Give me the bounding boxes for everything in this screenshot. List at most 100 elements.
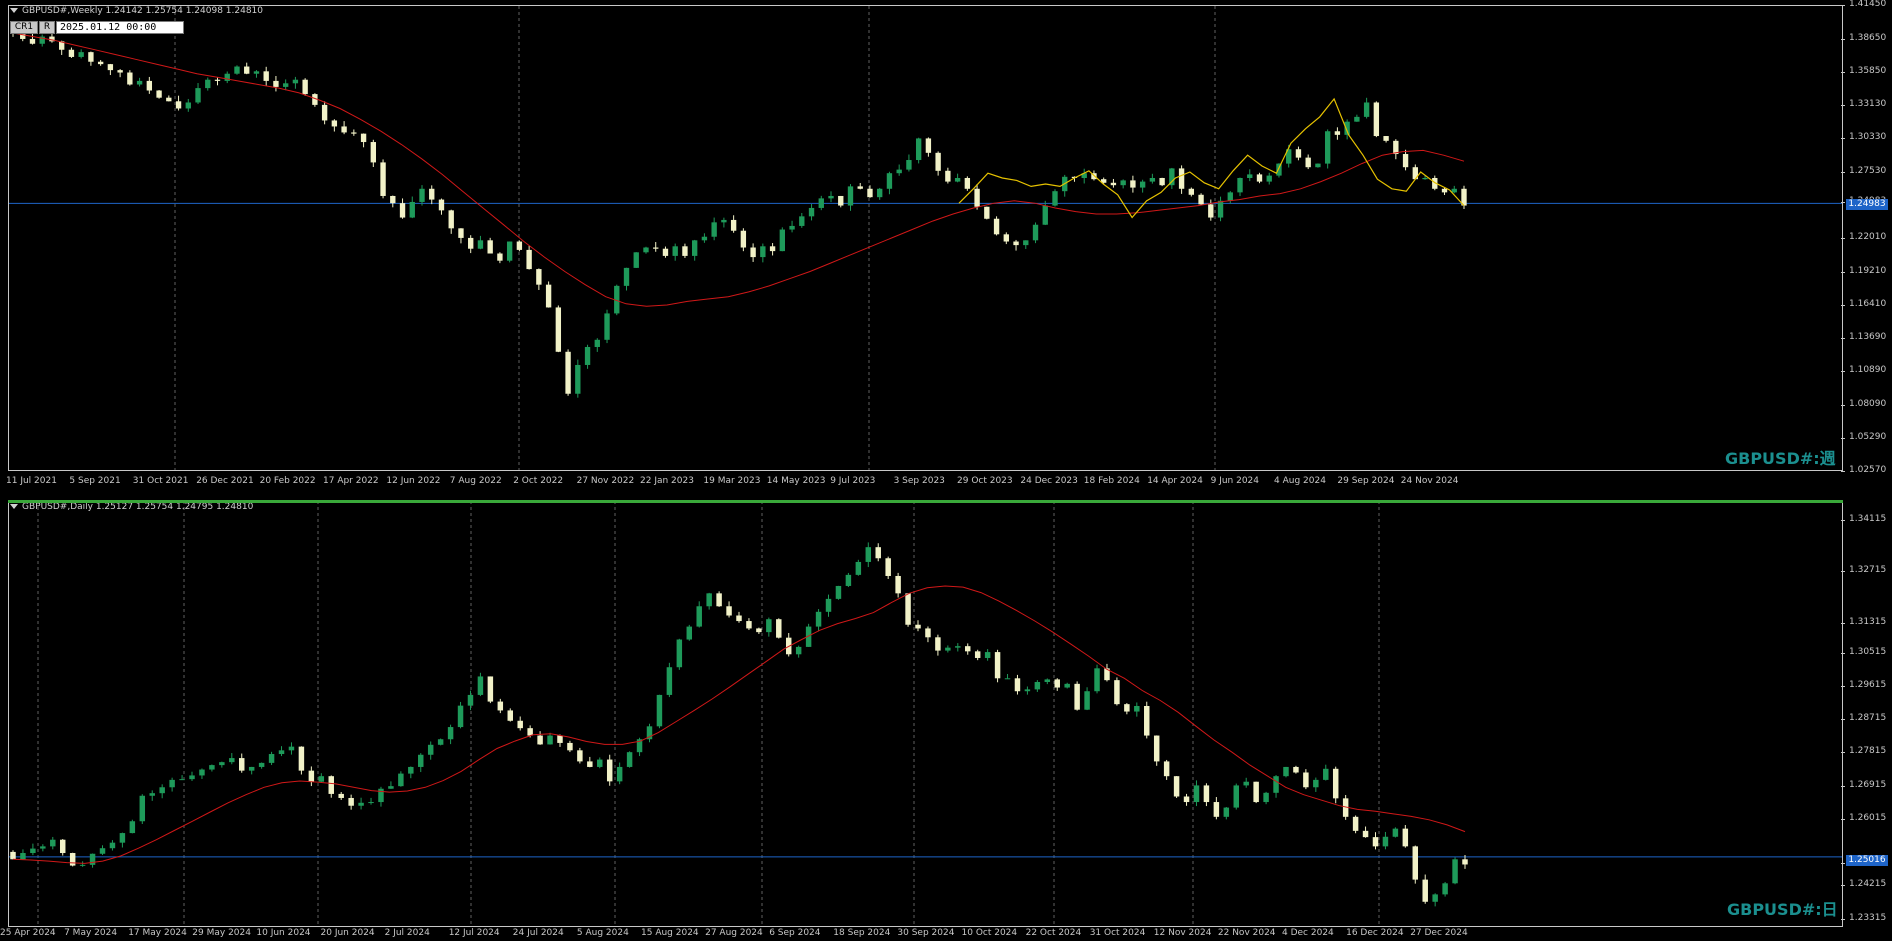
candle-body [1276, 163, 1282, 176]
candle-body [886, 173, 893, 189]
candle-body [885, 558, 891, 576]
candle-body [1054, 679, 1060, 688]
weekly-price-axis[interactable]: 1.41450 1.38650 1.35850 1.33130 1.30330 1.275… [1840, 0, 1892, 475]
candle-body [1451, 188, 1457, 193]
candle-body [795, 646, 802, 655]
candle-body [457, 705, 464, 728]
candle-body [179, 779, 185, 781]
candle-body [69, 853, 76, 866]
candle-body [847, 186, 854, 206]
time-tick-label: 18 Feb 2024 [1083, 476, 1140, 486]
price-tick-label: 1.19210 [1840, 265, 1887, 276]
candle-body [776, 619, 782, 638]
time-tick-label: 11 Jul 2021 [6, 476, 57, 486]
candle-body [1412, 846, 1419, 880]
candle-body [341, 126, 347, 133]
candle-body [818, 198, 824, 208]
candle-body [691, 240, 698, 256]
candle-body [292, 79, 299, 84]
candle-body [447, 727, 454, 740]
time-tick-label: 29 Oct 2023 [957, 476, 1013, 486]
price-tick-label: 1.34115 [1840, 513, 1887, 524]
candle-body [1149, 177, 1156, 182]
candle-body [308, 770, 315, 782]
candle-body [789, 225, 795, 230]
candle-body [994, 652, 1001, 679]
candle-body [623, 267, 630, 286]
candle-body [268, 754, 275, 763]
candle-body [1173, 776, 1180, 797]
daily-time-axis[interactable]: 25 Apr 2024 7 May 2024 17 May 2024 29 May 2… [0, 928, 1843, 941]
price-tick-label: 1.31315 [1840, 617, 1887, 628]
candle-body [1392, 828, 1399, 837]
candle-body [149, 793, 155, 796]
candle-body [575, 364, 581, 394]
daily-chart-panel[interactable]: GBPUSD#,Daily 1.25127 1.25754 1.24795 1.… [0, 500, 1892, 941]
weekly-plot-area[interactable] [8, 5, 1843, 471]
time-tick-label: 7 Aug 2022 [449, 476, 502, 486]
candle-body [467, 694, 474, 706]
candle-body [282, 83, 289, 87]
candle-body [696, 606, 702, 627]
moving-average-line [12, 32, 1465, 307]
candle-body [1124, 704, 1130, 712]
price-tick-label: 1.05290 [1840, 432, 1887, 443]
candle-body [545, 284, 552, 308]
candle-body [666, 667, 673, 695]
date-input[interactable]: 2025.01.12 00:00 [56, 21, 184, 34]
time-tick-label: 25 Apr 2024 [0, 928, 56, 938]
candle-body [497, 701, 504, 711]
candle-body [1352, 816, 1359, 831]
candle-body [219, 762, 225, 766]
daily-plot-area[interactable] [8, 500, 1843, 927]
weekly-chart-panel[interactable]: GBPUSD#,Weekly 1.24142 1.25754 1.24098 1… [0, 0, 1892, 496]
candle-body [1402, 154, 1409, 168]
candle-body [185, 102, 191, 109]
candle-body [825, 598, 832, 612]
candle-body [633, 252, 639, 268]
candle-body [1042, 205, 1048, 225]
candle-body [517, 720, 523, 729]
price-tick-label: 1.33130 [1840, 98, 1887, 109]
candle-body [905, 593, 911, 625]
r-button[interactable]: R [39, 21, 55, 34]
candle-body [604, 313, 610, 340]
candle-body [760, 246, 766, 258]
candle-body [1354, 116, 1360, 122]
candle-body [536, 269, 542, 285]
candle-body [896, 169, 902, 174]
candle-body [1163, 761, 1170, 777]
candle-body [1441, 188, 1448, 193]
candle-body [156, 90, 162, 98]
candle-body [736, 615, 742, 622]
candle-body [97, 61, 104, 65]
candle-body [477, 676, 484, 695]
time-tick-label: 31 Oct 2021 [132, 476, 189, 486]
time-tick-label: 27 Nov 2022 [576, 476, 635, 486]
candle-body [925, 628, 931, 638]
candle-body [68, 49, 75, 57]
candle-body [214, 79, 221, 81]
candle-body [189, 775, 195, 780]
candle-body [199, 769, 205, 776]
candle-body [565, 351, 571, 394]
weekly-time-axis[interactable]: 11 Jul 2021 5 Sep 2021 31 Oct 2021 26 Dec 2… [6, 476, 1843, 490]
candle-body [437, 739, 444, 745]
collapse-triangle-icon[interactable] [10, 8, 18, 13]
collapse-triangle-icon[interactable] [10, 504, 18, 509]
price-tick-label: 1.26915 [1840, 779, 1887, 790]
candle-body [906, 160, 912, 170]
candle-body [1247, 174, 1253, 178]
candle-body [468, 237, 474, 249]
cr1-button[interactable]: CR1 [10, 21, 38, 34]
candle-body [1253, 781, 1259, 803]
candle-body [721, 219, 727, 223]
candle-body [29, 38, 36, 44]
time-tick-label: 20 Feb 2022 [259, 476, 316, 486]
candle-body [298, 746, 305, 771]
candle-body [626, 752, 633, 767]
candle-body [487, 240, 493, 254]
weekly-symbol-watermark: GBPUSD#:週 [1725, 449, 1836, 468]
candle-body [1313, 779, 1319, 788]
candle-body [1383, 136, 1389, 141]
